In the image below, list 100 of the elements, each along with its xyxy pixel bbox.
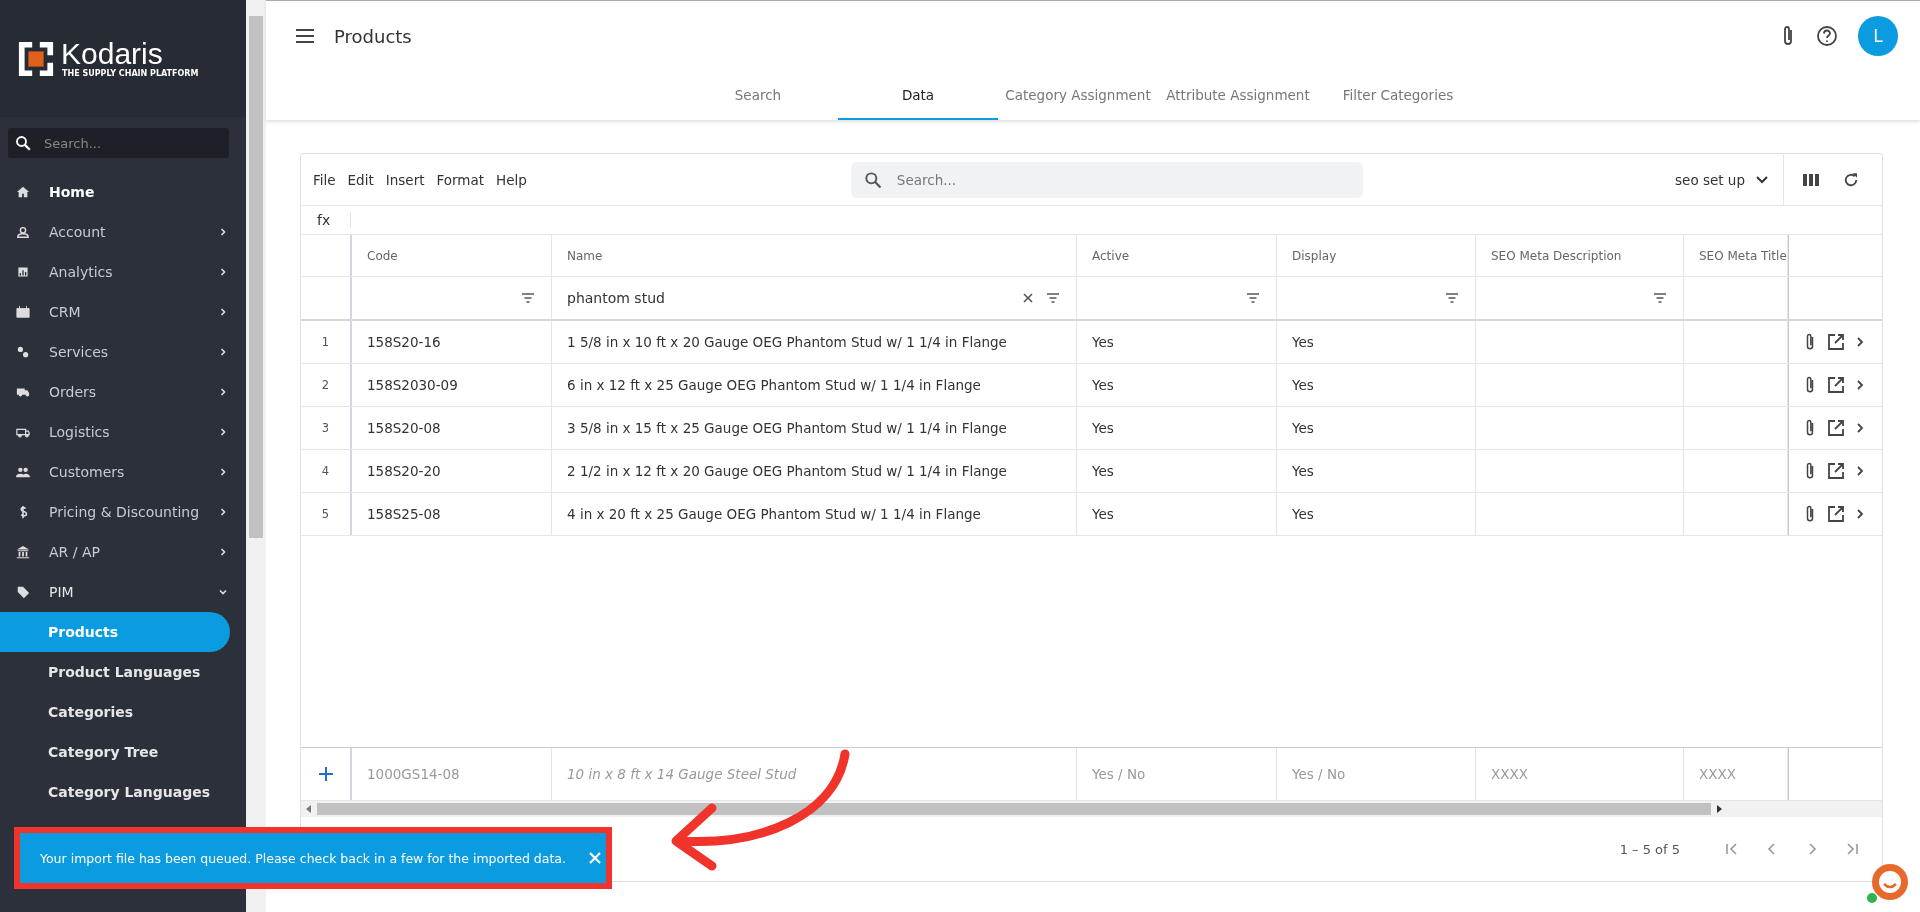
- menu-item[interactable]: Insert: [379, 171, 431, 188]
- tab[interactable]: Attribute Assignment: [1158, 71, 1318, 120]
- open-external-icon[interactable]: [1827, 419, 1845, 437]
- filter-icon[interactable]: [1653, 293, 1667, 303]
- row-number: 3: [301, 407, 352, 449]
- filter-icon[interactable]: [1046, 293, 1060, 303]
- clear-icon[interactable]: [1022, 292, 1034, 304]
- view-dropdown[interactable]: seo set up: [1669, 170, 1783, 189]
- search-field[interactable]: Search...: [8, 128, 229, 158]
- contact-card-icon: [16, 305, 30, 319]
- filter-icon[interactable]: [1246, 293, 1260, 303]
- sidebar-item[interactable]: Logistics: [0, 412, 246, 452]
- open-external-icon[interactable]: [1827, 505, 1845, 523]
- open-external-icon[interactable]: [1827, 333, 1845, 351]
- add-icon[interactable]: [317, 766, 334, 782]
- chevron-icon: [218, 547, 228, 557]
- chevron-icon: [218, 427, 228, 437]
- formula-label: fx: [301, 212, 351, 228]
- table-cell: Yes: [1277, 493, 1476, 535]
- filter-value[interactable]: phantom stud: [567, 290, 665, 306]
- sidebar-item[interactable]: CRM: [0, 292, 246, 332]
- table-cell: 1 5/8 in x 10 ft x 20 Gauge OEG Phantom Stud w/ 1 1/4 in Flange: [552, 321, 1077, 363]
- table-cell: 6 in x 12 ft x 25 Gauge OEG Phantom Stud w/ 1 1/4 in Flange: [552, 364, 1077, 406]
- menu-item[interactable]: File: [307, 171, 342, 188]
- column-header[interactable]: Code: [352, 235, 552, 276]
- table-cell: Yes: [1077, 364, 1277, 406]
- search-icon: [14, 134, 32, 152]
- table-cell: Yes: [1277, 364, 1476, 406]
- tab[interactable]: Search: [678, 71, 838, 120]
- logo-icon: [17, 39, 55, 78]
- filter-icon[interactable]: [1445, 293, 1459, 303]
- sidebar-item[interactable]: Account: [0, 212, 246, 252]
- chevron-icon[interactable]: [1855, 379, 1865, 391]
- sidebar-subitem[interactable]: Product Languages: [0, 652, 230, 692]
- table-cell: 158S25-08: [352, 493, 552, 535]
- table-cell: Yes: [1277, 321, 1476, 363]
- row-number: 2: [301, 364, 352, 406]
- search-input[interactable]: Search...: [894, 170, 1319, 189]
- refresh-icon[interactable]: [1842, 170, 1860, 189]
- column-header[interactable]: Name: [552, 235, 1077, 276]
- filter-icon[interactable]: [521, 293, 535, 303]
- snackbar-message: Your import file has been queued. Please check back in a few for the imported data.: [40, 850, 566, 866]
- chevron-icon: [218, 227, 228, 237]
- chevron-icon: [218, 507, 228, 517]
- help-icon[interactable]: [1816, 25, 1838, 47]
- chevron-icon[interactable]: [1855, 422, 1865, 434]
- people-icon: [16, 465, 30, 479]
- sidebar-subitem[interactable]: Category Tree: [0, 732, 230, 772]
- column-header[interactable]: Display: [1277, 235, 1476, 276]
- chevron-icon[interactable]: [1855, 465, 1865, 477]
- search-input[interactable]: Search...: [42, 134, 216, 152]
- sidebar-item[interactable]: Pricing & Discounting: [0, 492, 246, 532]
- menu-icon[interactable]: [296, 29, 314, 43]
- first-page-icon[interactable]: [1724, 841, 1740, 857]
- chevron-icon: [218, 387, 228, 397]
- chevron-icon[interactable]: [1855, 336, 1865, 348]
- sidebar-item[interactable]: Customers: [0, 452, 246, 492]
- menu-item[interactable]: Edit: [341, 171, 380, 188]
- tab[interactable]: Data: [838, 71, 998, 120]
- column-header[interactable]: SEO Meta Description: [1476, 235, 1684, 276]
- column-header[interactable]: SEO Meta Title: [1684, 235, 1788, 276]
- bank-icon: [16, 545, 30, 559]
- table-cell: 158S20-20: [352, 450, 552, 492]
- chevron-icon: [218, 467, 228, 477]
- sidebar-item[interactable]: Analytics: [0, 252, 246, 292]
- menu-item[interactable]: Help: [490, 171, 533, 188]
- search-field[interactable]: Search...: [850, 161, 1363, 198]
- scroll-right-icon[interactable]: [1715, 805, 1723, 813]
- tab[interactable]: Category Assignment: [998, 71, 1158, 120]
- open-external-icon[interactable]: [1827, 376, 1845, 394]
- chevron-icon: [218, 587, 228, 597]
- last-page-icon[interactable]: [1844, 841, 1860, 857]
- columns-icon[interactable]: [1802, 171, 1820, 188]
- tag-icon: [16, 585, 30, 599]
- close-icon[interactable]: [587, 851, 602, 865]
- sidebar-item[interactable]: Orders: [0, 372, 246, 412]
- open-external-icon[interactable]: [1827, 462, 1845, 480]
- sidebar-item[interactable]: PIM: [0, 572, 246, 612]
- search-icon: [862, 169, 883, 190]
- sidebar-subitem[interactable]: Category Languages: [0, 772, 230, 812]
- table-cell: Yes: [1077, 321, 1277, 363]
- sidebar-subitem[interactable]: Categories: [0, 692, 230, 732]
- table-cell: Yes: [1077, 450, 1277, 492]
- sidebar-item[interactable]: Home: [0, 172, 246, 212]
- chevron-icon: [218, 307, 228, 317]
- table-cell: 158S20-08: [352, 407, 552, 449]
- chevron-icon: [218, 347, 228, 357]
- row-number: 5: [301, 493, 352, 535]
- tab[interactable]: Filter Categories: [1318, 71, 1478, 120]
- scrollbar[interactable]: [301, 801, 1882, 817]
- scroll-left-icon[interactable]: [305, 805, 313, 813]
- row-number: 4: [301, 450, 352, 492]
- gears-icon: [16, 345, 30, 359]
- sidebar-item[interactable]: Services: [0, 332, 246, 372]
- table-cell: Yes: [1077, 407, 1277, 449]
- filter-cell[interactable]: phantom stud: [552, 277, 1077, 319]
- sidebar-item[interactable]: AR / AP: [0, 532, 246, 572]
- menu-item[interactable]: Format: [430, 171, 491, 188]
- column-header[interactable]: Active: [1077, 235, 1277, 276]
- chevron-icon[interactable]: [1855, 508, 1865, 520]
